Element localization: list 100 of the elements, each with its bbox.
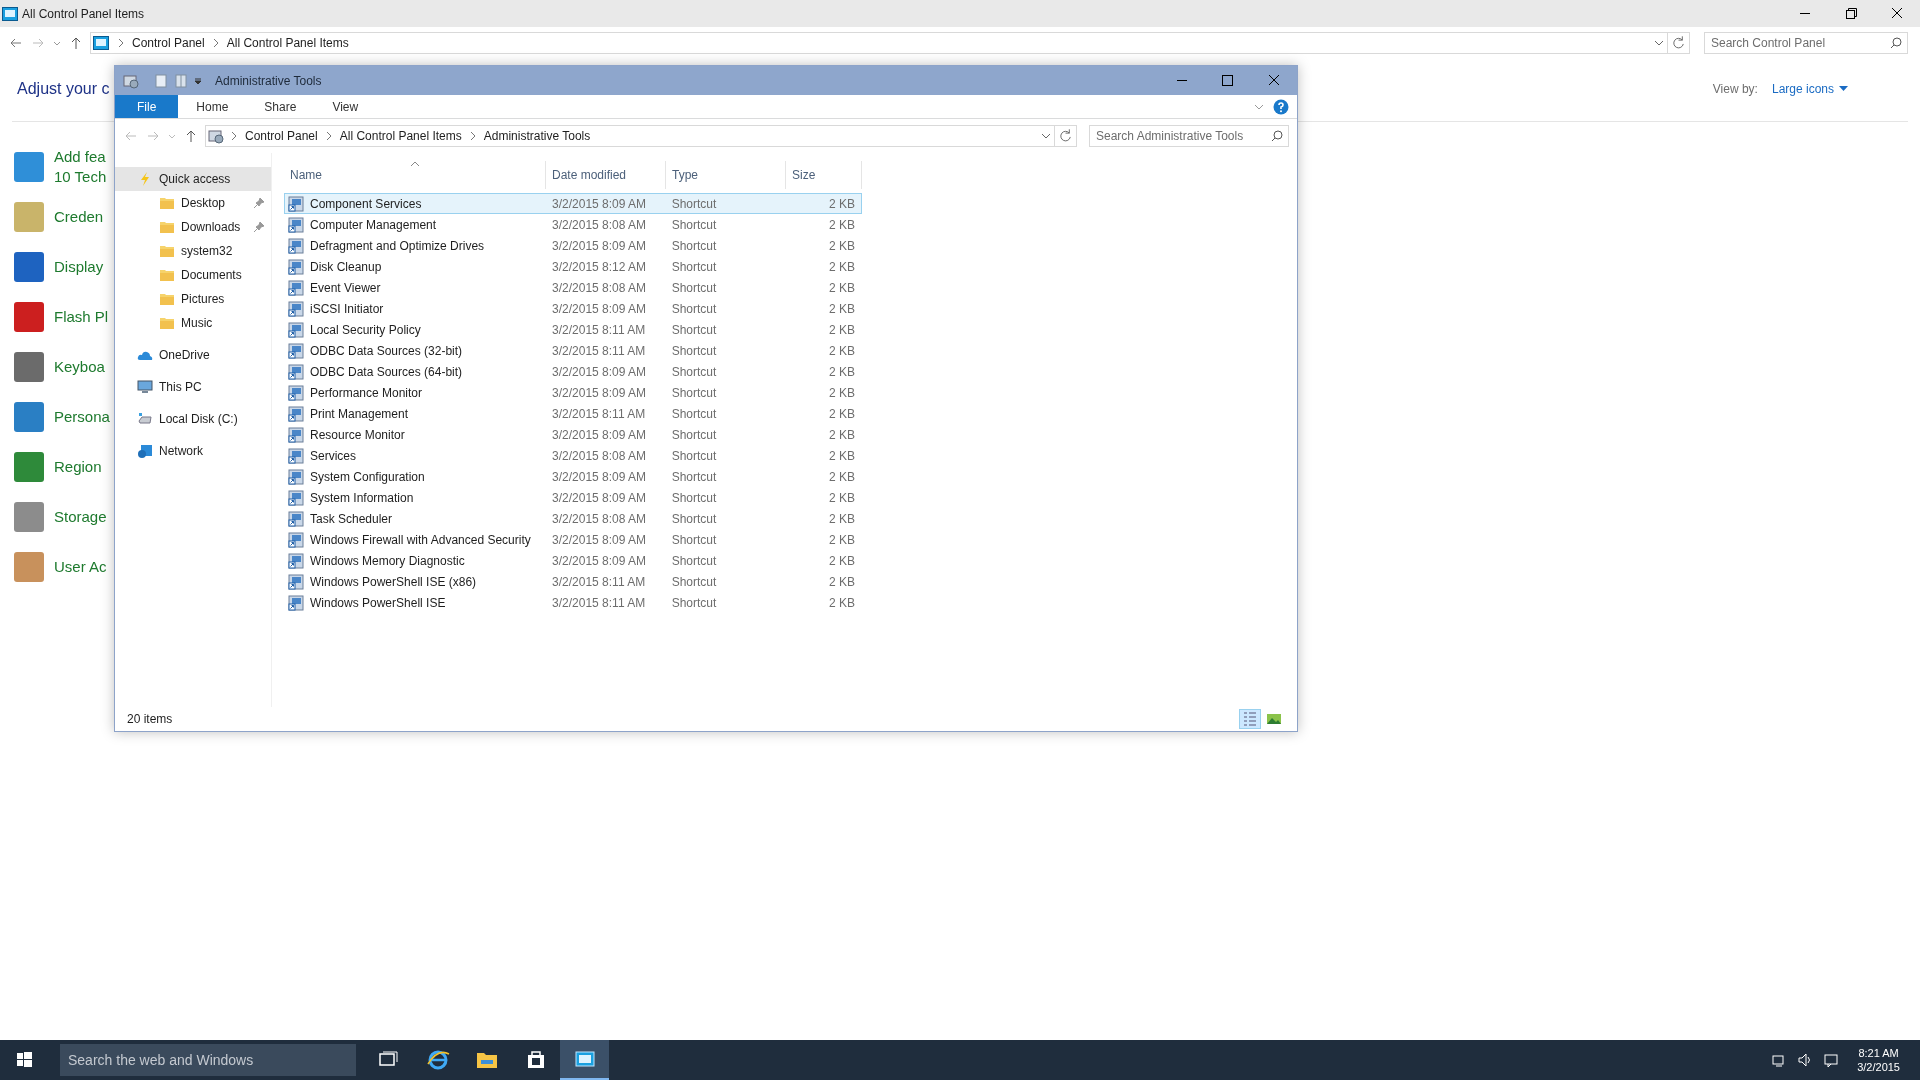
file-row[interactable]: System Information 3/2/2015 8:09 AM Shortcut 2 KB — [284, 487, 862, 508]
help-icon[interactable] — [1273, 98, 1289, 115]
size-cell-text: 2 KB — [828, 489, 856, 507]
pin-icon[interactable] — [253, 197, 265, 209]
breadcrumb-item[interactable]: Administrative Tools — [480, 127, 594, 145]
file-row[interactable]: ODBC Data Sources (64-bit) 3/2/2015 8:09 AM Shortcut 2 KB — [284, 361, 862, 382]
ribbon-tab[interactable]: Share — [246, 95, 315, 118]
size-cell-text: 2 KB — [828, 447, 856, 465]
type-cell-text: Shortcut — [670, 489, 718, 507]
nav-item[interactable]: Downloads — [115, 215, 271, 239]
type-cell-text: Shortcut — [670, 594, 718, 612]
file-name: Component Services — [310, 195, 422, 213]
clock[interactable]: 8:21 AM 3/2/2015 — [1857, 1046, 1900, 1074]
search-field[interactable]: Search Administrative Tools — [1089, 125, 1289, 147]
view-by-label: View by: — [1712, 80, 1758, 98]
file-row[interactable]: Computer Management 3/2/2015 8:08 AM Shortcut 2 KB — [284, 214, 862, 235]
date-cell-text: 3/2/2015 8:09 AM — [551, 468, 648, 486]
shortcut-icon — [288, 405, 304, 422]
file-row[interactable]: ODBC Data Sources (32-bit) 3/2/2015 8:11 AM Shortcut 2 KB — [284, 340, 862, 361]
file-name: Disk Cleanup — [310, 258, 382, 276]
date-cell-text: 3/2/2015 8:11 AM — [551, 405, 647, 423]
shortcut-icon — [288, 510, 304, 527]
file-row[interactable]: Windows Memory Diagnostic 3/2/2015 8:09 AM Shortcut 2 KB — [284, 550, 862, 571]
file-row[interactable]: Disk Cleanup 3/2/2015 8:12 AM Shortcut 2 KB — [284, 256, 862, 277]
column-header[interactable]: Size — [786, 161, 862, 189]
file-row[interactable]: Event Viewer 3/2/2015 8:08 AM Shortcut 2 KB — [284, 277, 862, 298]
shortcut-icon — [288, 468, 304, 485]
file-row[interactable]: Print Management 3/2/2015 8:11 AM Shortcut 2 KB — [284, 403, 862, 424]
chevron-icon — [324, 131, 333, 141]
size-cell-text: 2 KB — [828, 216, 856, 234]
address-bar[interactable]: Control Panel All Control Panel Items Administrative Tools — [205, 125, 1077, 147]
nav-item[interactable]: Local Disk (C:) — [115, 407, 271, 431]
file-row[interactable]: Windows Firewall with Advanced Security 3/2/2015 8:09 AM Shortcut 2 KB — [284, 529, 862, 550]
applet-link[interactable]: Display — [54, 257, 104, 277]
search-field[interactable]: Search Control Panel — [1704, 31, 1908, 54]
size-cell-text: 2 KB — [828, 468, 856, 486]
file-name: System Configuration — [310, 468, 425, 486]
file-name: iSCSI Initiator — [310, 300, 384, 318]
applet-link[interactable]: 10 Tech — [54, 167, 107, 187]
applet-link[interactable]: Region — [54, 457, 102, 477]
file-row[interactable]: System Configuration 3/2/2015 8:09 AM Shortcut 2 KB — [284, 466, 862, 487]
nav-item[interactable]: Quick access — [115, 167, 271, 191]
applet-link[interactable]: User Ac — [54, 557, 107, 577]
size-cell-text: 2 KB — [828, 237, 856, 255]
nav-item[interactable]: Pictures — [115, 287, 271, 311]
file-row[interactable]: Local Security Policy 3/2/2015 8:11 AM Shortcut 2 KB — [284, 319, 862, 340]
nav-item[interactable]: OneDrive — [115, 343, 271, 367]
applet-link[interactable]: Storage — [54, 507, 107, 527]
applet-link[interactable]: Add fea — [54, 147, 107, 167]
properties-icon[interactable] — [153, 72, 169, 89]
applet-link[interactable]: Persona — [54, 407, 110, 427]
nav-item[interactable]: Documents — [115, 263, 271, 287]
type-cell-text: Shortcut — [670, 195, 718, 213]
breadcrumb-item[interactable]: Control Panel — [129, 33, 208, 52]
nav-item[interactable]: system32 — [115, 239, 271, 263]
file-row[interactable]: Resource Monitor 3/2/2015 8:09 AM Shortcut 2 KB — [284, 424, 862, 445]
view-toggle-button[interactable] — [1239, 709, 1261, 729]
file-row[interactable]: Windows PowerShell ISE (x86) 3/2/2015 8:11 AM Shortcut 2 KB — [284, 571, 862, 592]
file-row[interactable]: Component Services 3/2/2015 8:09 AM Shortcut 2 KB — [284, 193, 862, 214]
file-row[interactable]: Defragment and Optimize Drives 3/2/2015 8:09 AM Shortcut 2 KB — [284, 235, 862, 256]
breadcrumb-item[interactable]: All Control Panel Items — [336, 127, 465, 145]
nav-item[interactable]: Desktop — [115, 191, 271, 215]
ribbon-tab[interactable]: View — [314, 95, 377, 118]
pin-icon[interactable] — [253, 221, 265, 233]
type-cell-text: Shortcut — [670, 321, 718, 339]
applet-link[interactable]: Flash Pl — [54, 307, 109, 327]
drive-icon — [137, 411, 153, 427]
file-name: ODBC Data Sources (64-bit) — [310, 363, 463, 381]
applet-link[interactable]: Keyboa — [54, 357, 105, 377]
size-cell-text: 2 KB — [828, 279, 856, 297]
file-name: Windows PowerShell ISE (x86) — [310, 573, 477, 591]
breadcrumb-item[interactable]: Control Panel — [242, 127, 321, 145]
taskbar-search-field[interactable]: Search the web and Windows — [60, 1044, 356, 1076]
folder-icon — [159, 291, 175, 307]
file-row[interactable]: Windows PowerShell ISE 3/2/2015 8:11 AM Shortcut 2 KB — [284, 592, 862, 613]
file-row[interactable]: iSCSI Initiator 3/2/2015 8:09 AM Shortcut 2 KB — [284, 298, 862, 319]
type-cell-text: Shortcut — [670, 342, 718, 360]
taskbar-app-button[interactable] — [560, 1040, 609, 1080]
shortcut-icon — [288, 363, 304, 380]
ribbon-tab[interactable]: Home — [178, 95, 247, 118]
type-cell-text: Shortcut — [670, 426, 718, 444]
applet-link[interactable]: Creden — [54, 207, 104, 227]
type-cell-text: Shortcut — [670, 573, 718, 591]
column-header[interactable]: Type — [666, 161, 786, 189]
date-cell-text: 3/2/2015 8:09 AM — [551, 300, 648, 318]
breadcrumb-item[interactable]: All Control Panel Items — [223, 33, 352, 52]
file-row[interactable]: Services 3/2/2015 8:08 AM Shortcut 2 KB — [284, 445, 862, 466]
address-bar[interactable]: Control Panel All Control Panel Items — [90, 31, 1690, 54]
column-header[interactable]: Name — [284, 161, 546, 189]
ribbon-tab[interactable]: File — [115, 95, 179, 118]
file-row[interactable]: Task Scheduler 3/2/2015 8:08 AM Shortcut 2 KB — [284, 508, 862, 529]
notification-icon[interactable] — [1823, 1052, 1840, 1068]
nav-item[interactable]: Network — [115, 439, 271, 463]
nav-item[interactable]: This PC — [115, 375, 271, 399]
column-header[interactable]: Date modified — [546, 161, 666, 189]
file-name: Defragment and Optimize Drives — [310, 237, 485, 255]
view-by-dropdown[interactable]: Large icons — [1771, 79, 1848, 98]
file-row[interactable]: Performance Monitor 3/2/2015 8:09 AM Shortcut 2 KB — [284, 382, 862, 403]
folder-icon — [159, 195, 175, 211]
nav-item[interactable]: Music — [115, 311, 271, 335]
